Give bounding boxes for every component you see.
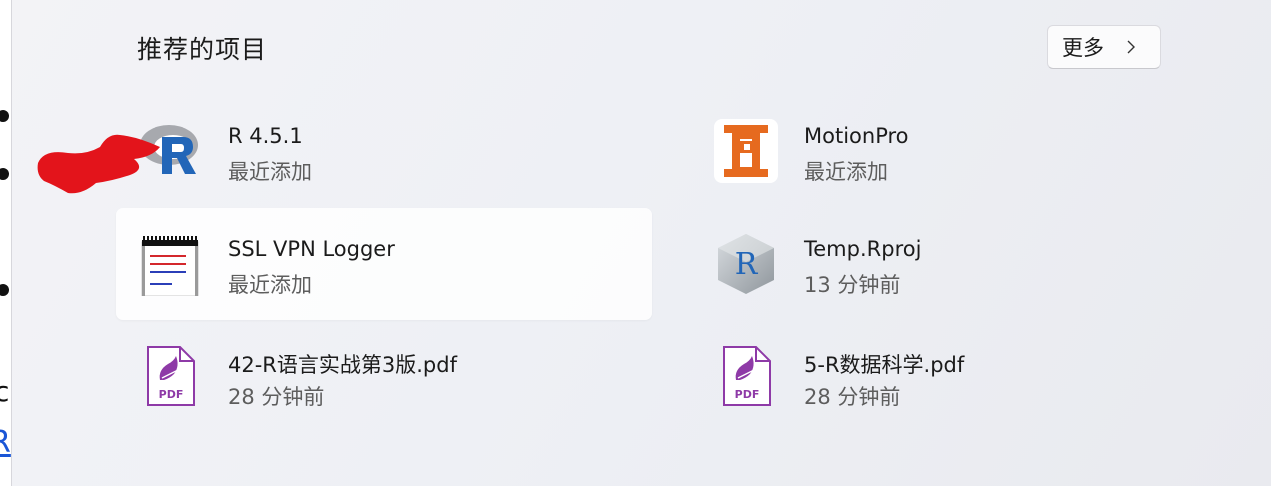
item-subtitle: 最近添加	[228, 160, 312, 184]
red-arrow-annotation	[37, 134, 160, 194]
recommended-item-ssl-vpn-logger[interactable]: SSL VPN Logger 最近添加	[116, 208, 652, 320]
bullet-dot	[0, 284, 9, 296]
item-subtitle: 最近添加	[804, 160, 888, 184]
background-link-fragment[interactable]: R	[0, 428, 11, 458]
item-name: MotionPro	[804, 124, 909, 148]
svg-text:R: R	[735, 247, 759, 282]
recommended-item-temp-rproj[interactable]: R Temp.Rproj 13 分钟前	[692, 208, 1228, 320]
item-name: 5-R数据科学.pdf	[804, 353, 965, 377]
bullet-dot	[0, 110, 9, 122]
background-text-fragment: c	[0, 375, 10, 408]
recommended-item-r[interactable]: R 4.5.1 最近添加	[116, 95, 652, 207]
item-subtitle: 13 分钟前	[804, 273, 901, 297]
item-subtitle: 最近添加	[228, 273, 312, 297]
item-subtitle: 28 分钟前	[228, 385, 325, 409]
more-button[interactable]: 更多	[1047, 25, 1161, 69]
recommended-panel: 推荐的项目 更多 R 4.5.1 最近添加 MotionPro 最近添加 SSL…	[11, 0, 1271, 486]
item-name: 42-R语言实战第3版.pdf	[228, 353, 457, 377]
motionpro-icon	[714, 119, 778, 183]
section-title: 推荐的项目	[137, 35, 268, 64]
more-button-label: 更多	[1062, 36, 1104, 60]
notepad-log-icon	[141, 236, 199, 296]
svg-text:PDF: PDF	[159, 388, 184, 401]
pdf-file-icon: PDF	[147, 346, 195, 406]
svg-text:PDF: PDF	[735, 388, 760, 401]
bullet-dot	[0, 168, 9, 180]
item-name: R 4.5.1	[228, 124, 303, 148]
item-name: SSL VPN Logger	[228, 237, 395, 261]
pdf-file-icon: PDF	[723, 346, 771, 406]
recommended-item-motionpro[interactable]: MotionPro 最近添加	[692, 95, 1228, 207]
recommended-item-pdf-r-data-science[interactable]: PDF 5-R数据科学.pdf 28 分钟前	[692, 320, 1228, 432]
item-name: Temp.Rproj	[804, 237, 922, 261]
rproj-file-icon: R	[718, 234, 774, 294]
recommended-item-pdf-r-in-action[interactable]: PDF 42-R语言实战第3版.pdf 28 分钟前	[116, 320, 652, 432]
chevron-right-icon	[1127, 40, 1135, 54]
item-subtitle: 28 分钟前	[804, 385, 901, 409]
